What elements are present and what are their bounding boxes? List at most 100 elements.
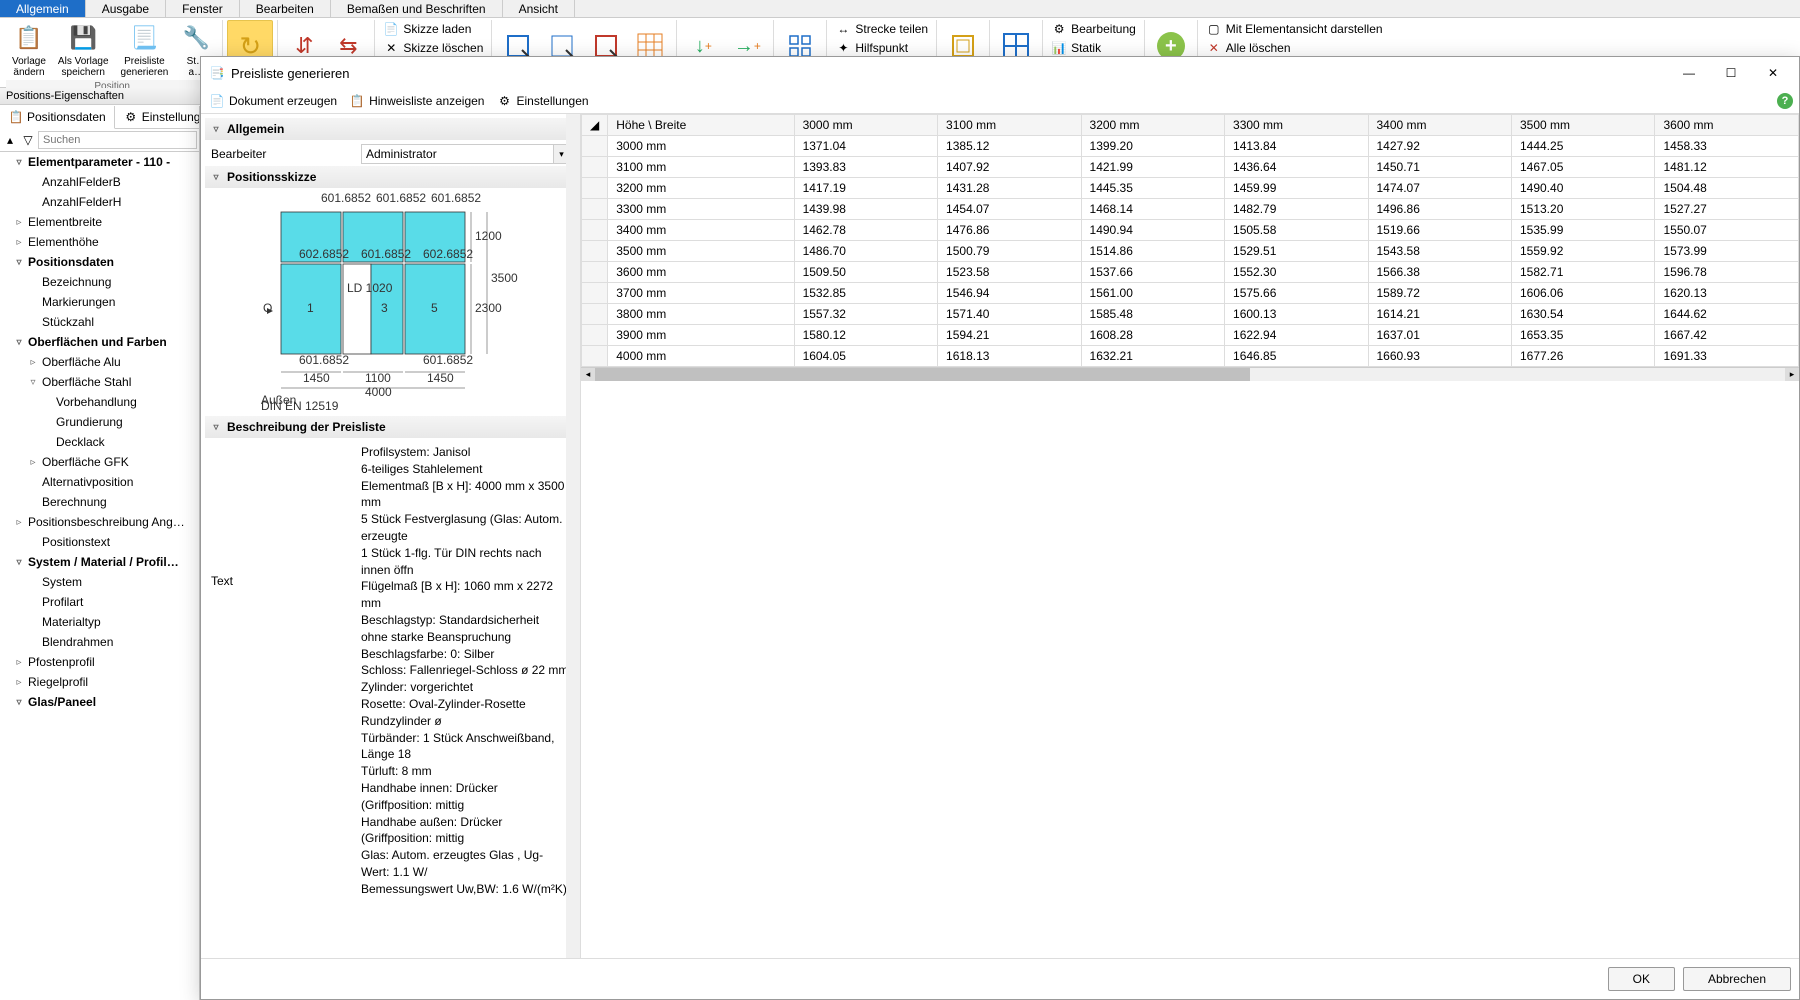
tree-item[interactable]: ▹Riegelprofil (0, 672, 199, 692)
tree-item[interactable]: AnzahlFelderH (0, 192, 199, 212)
row-selector[interactable] (582, 136, 608, 157)
minimize-button[interactable]: — (1671, 61, 1707, 85)
tree-item[interactable]: Blendrahmen (0, 632, 199, 652)
cancel-button[interactable]: Abbrechen (1683, 967, 1791, 991)
tree-item[interactable]: Materialtyp (0, 612, 199, 632)
filter-icon[interactable]: ▽ (20, 132, 36, 148)
position-btn-2[interactable]: 📃Preislistegenerieren (115, 20, 175, 80)
horizontal-scrollbar[interactable]: ◂ ▸ (581, 367, 1799, 381)
tree-item[interactable]: ▹Oberfläche Alu (0, 352, 199, 372)
tree-item[interactable]: ▹Elementbreite (0, 212, 199, 232)
tree-item[interactable]: Grundierung (0, 412, 199, 432)
tree-item[interactable]: Positionstext (0, 532, 199, 552)
ribbon-tab-bemaßen und beschriften[interactable]: Bemaßen und Beschriften (331, 0, 503, 17)
close-button[interactable]: ✕ (1755, 61, 1791, 85)
tree-item[interactable]: Markierungen (0, 292, 199, 312)
section-general[interactable]: ▿Allgemein (205, 118, 576, 140)
split-track-button[interactable]: ↔Strecke teilen (831, 20, 932, 38)
row-selector[interactable] (582, 283, 608, 304)
element-view-button[interactable]: ▢Mit Elementansicht darstellen (1202, 20, 1387, 38)
row-selector[interactable] (582, 241, 608, 262)
row-selector[interactable] (582, 304, 608, 325)
table-row[interactable]: 3700 mm1532.851546.941561.001575.661589.… (582, 283, 1799, 304)
tree-item[interactable]: AnzahlFelderB (0, 172, 199, 192)
table-corner-header[interactable]: Höhe \ Breite (608, 115, 794, 136)
tree-item[interactable]: ▹Oberfläche GFK (0, 452, 199, 472)
help-button[interactable]: ? (1777, 93, 1793, 109)
table-corner-selector[interactable]: ◢ (582, 115, 608, 136)
price-cell: 1393.83 (794, 157, 937, 178)
settings-button[interactable]: ⚙Einstellungen (496, 93, 588, 109)
tree-item[interactable]: Alternativposition (0, 472, 199, 492)
tree-item[interactable]: ▹Elementhöhe (0, 232, 199, 252)
row-selector[interactable] (582, 325, 608, 346)
section-sketch[interactable]: ▿Positionsskizze (205, 166, 576, 188)
row-selector[interactable] (582, 178, 608, 199)
ribbon-tab-allgemein[interactable]: Allgemein (0, 0, 86, 17)
tree-item[interactable]: Berechnung (0, 492, 199, 512)
tree-item[interactable]: ▿Elementparameter - 110 - (0, 152, 199, 172)
delete-all-button[interactable]: ✕Alle löschen (1202, 39, 1387, 57)
tree-item[interactable]: Bezeichnung (0, 272, 199, 292)
left-scrollbar[interactable] (566, 114, 580, 958)
maximize-button[interactable]: ☐ (1713, 61, 1749, 85)
tree-item[interactable]: ▿Oberfläche Stahl (0, 372, 199, 392)
section-description[interactable]: ▿Beschreibung der Preisliste (205, 416, 576, 438)
tree-item[interactable]: ▿Glas/Paneel (0, 692, 199, 712)
delete-sketch-button[interactable]: ✕Skizze löschen (379, 39, 487, 57)
tree-item[interactable]: ▿System / Material / Profil… (0, 552, 199, 572)
tab-positionsdaten[interactable]: 📋Positionsdaten (0, 106, 115, 129)
tree-item[interactable]: ▹Pfostenprofil (0, 652, 199, 672)
row-selector[interactable] (582, 346, 608, 367)
table-row[interactable]: 3300 mm1439.981454.071468.141482.791496.… (582, 199, 1799, 220)
table-col-header[interactable]: 3200 mm (1081, 115, 1224, 136)
generate-doc-button[interactable]: 📄Dokument erzeugen (209, 93, 337, 109)
tree-item[interactable]: System (0, 572, 199, 592)
editor-combo[interactable]: Administrator ▾ (361, 144, 570, 164)
row-selector[interactable] (582, 157, 608, 178)
statik-button[interactable]: 📊Statik (1047, 39, 1140, 57)
search-input[interactable] (38, 131, 197, 149)
table-col-header[interactable]: 3100 mm (938, 115, 1081, 136)
row-selector[interactable] (582, 262, 608, 283)
tree-item[interactable]: ▿Oberflächen und Farben (0, 332, 199, 352)
position-btn-0[interactable]: 📋Vorlageändern (6, 20, 52, 80)
tree-item[interactable]: ▹Positionsbeschreibung Ang… (0, 512, 199, 532)
table-col-header[interactable]: 3500 mm (1511, 115, 1654, 136)
scroll-thumb[interactable] (595, 368, 1250, 381)
bearbeitung-button[interactable]: ⚙Bearbeitung (1047, 20, 1140, 38)
load-sketch-button[interactable]: 📄Skizze laden (379, 20, 487, 38)
tree-item[interactable]: Decklack (0, 432, 199, 452)
table-row[interactable]: 3900 mm1580.121594.211608.281622.941637.… (582, 325, 1799, 346)
tree-item[interactable]: Vorbehandlung (0, 392, 199, 412)
table-row[interactable]: 3200 mm1417.191431.281445.351459.991474.… (582, 178, 1799, 199)
ribbon-tab-bearbeiten[interactable]: Bearbeiten (240, 0, 331, 17)
tree-item[interactable]: Profilart (0, 592, 199, 612)
tab-einstellung[interactable]: ⚙Einstellung… (115, 106, 200, 128)
table-row[interactable]: 3800 mm1557.321571.401585.481600.131614.… (582, 304, 1799, 325)
ok-button[interactable]: OK (1608, 967, 1675, 991)
tree-item[interactable]: Stückzahl (0, 312, 199, 332)
scroll-right-arrow[interactable]: ▸ (1785, 368, 1799, 381)
up-arrow-icon[interactable]: ▴ (2, 132, 18, 148)
ribbon-tab-ausgabe[interactable]: Ausgabe (86, 0, 166, 17)
table-row[interactable]: 3000 mm1371.041385.121399.201413.841427.… (582, 136, 1799, 157)
row-selector[interactable] (582, 199, 608, 220)
table-row[interactable]: 3400 mm1462.781476.861490.941505.581519.… (582, 220, 1799, 241)
table-row[interactable]: 3600 mm1509.501523.581537.661552.301566.… (582, 262, 1799, 283)
help-point-button[interactable]: ✦Hilfspunkt (831, 39, 932, 57)
position-btn-1[interactable]: 💾Als Vorlagespeichern (52, 20, 115, 80)
table-col-header[interactable]: 3300 mm (1225, 115, 1368, 136)
scroll-left-arrow[interactable]: ◂ (581, 368, 595, 381)
table-row[interactable]: 4000 mm1604.051618.131632.211646.851660.… (582, 346, 1799, 367)
row-selector[interactable] (582, 220, 608, 241)
ribbon-tab-fenster[interactable]: Fenster (166, 0, 240, 17)
ribbon-tab-ansicht[interactable]: Ansicht (503, 0, 575, 17)
table-col-header[interactable]: 3600 mm (1655, 115, 1799, 136)
table-row[interactable]: 3500 mm1486.701500.791514.861529.511543.… (582, 241, 1799, 262)
show-hints-button[interactable]: 📋Hinweisliste anzeigen (349, 93, 484, 109)
table-col-header[interactable]: 3000 mm (794, 115, 937, 136)
tree-item[interactable]: ▿Positionsdaten (0, 252, 199, 272)
table-col-header[interactable]: 3400 mm (1368, 115, 1511, 136)
table-row[interactable]: 3100 mm1393.831407.921421.991436.641450.… (582, 157, 1799, 178)
